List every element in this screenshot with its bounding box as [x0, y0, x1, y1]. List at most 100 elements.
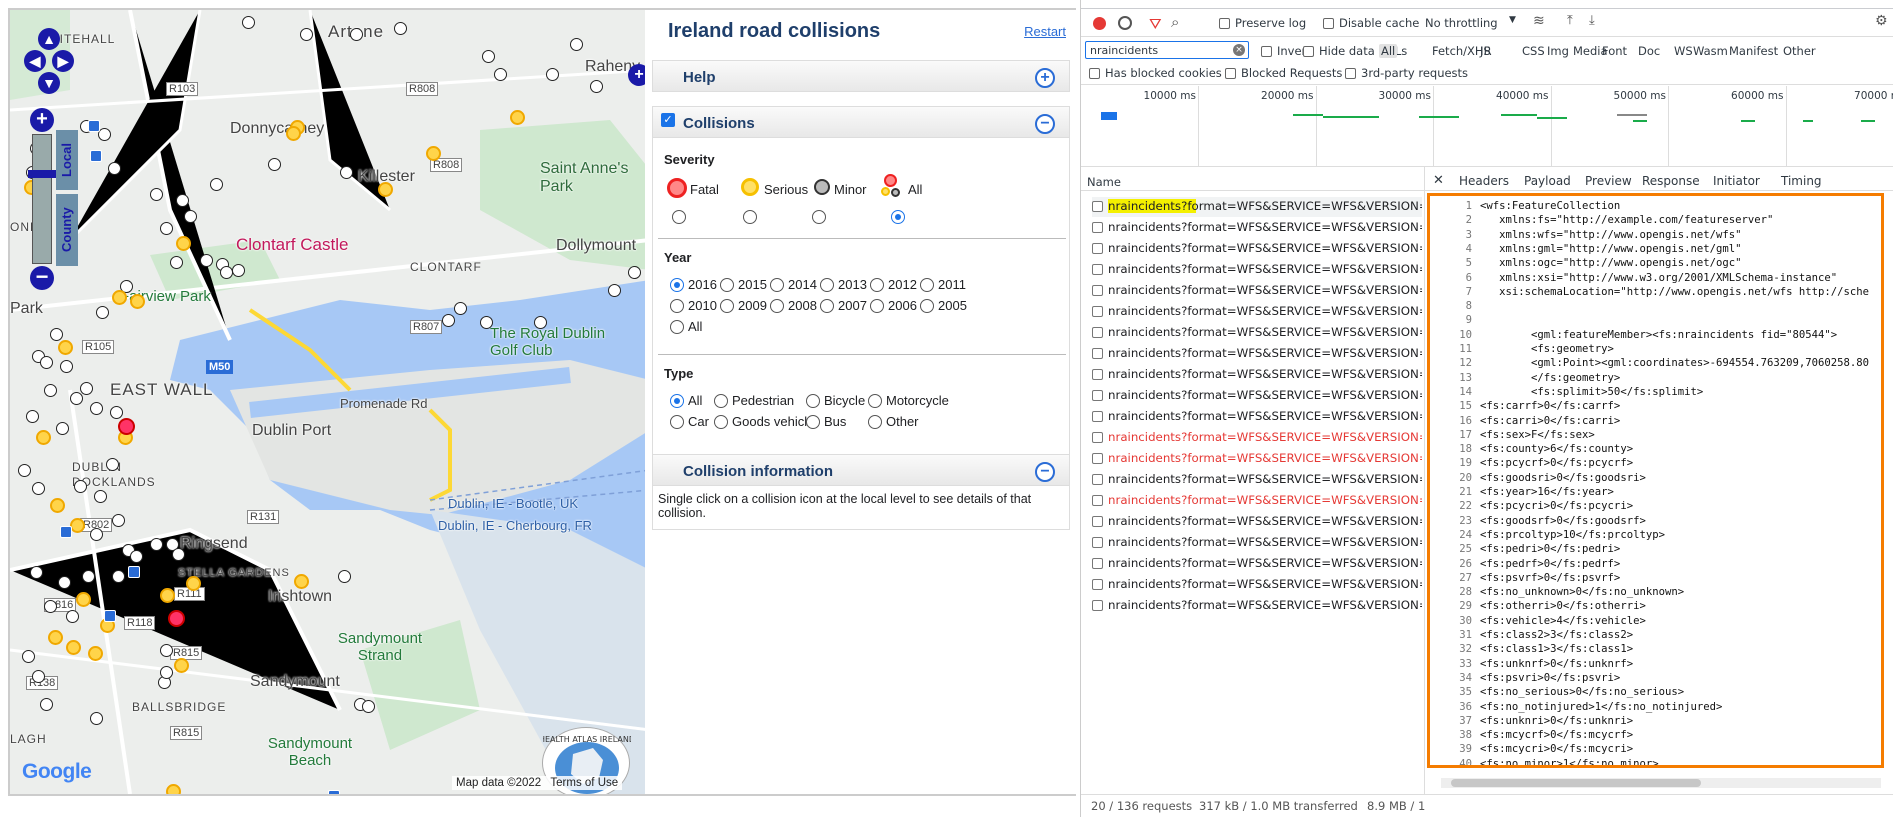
request-checkbox[interactable] [1092, 495, 1103, 506]
collision-marker[interactable] [220, 266, 233, 279]
collision-marker[interactable] [350, 28, 363, 41]
response-body[interactable]: 1 <wfs:FeatureCollection 2 xmlns:fs="http:… [1427, 193, 1884, 768]
throttling-select[interactable]: No throttling [1425, 16, 1498, 30]
filter-icon[interactable]: ⛛ [1149, 15, 1162, 33]
year-radio[interactable] [870, 299, 884, 313]
download-icon[interactable]: ⤓ [1589, 13, 1595, 28]
collision-marker[interactable] [32, 670, 45, 683]
preserve-log-checkbox[interactable] [1219, 18, 1230, 29]
collision-marker[interactable] [176, 236, 191, 251]
collision-marker[interactable] [44, 384, 57, 397]
request-row[interactable]: nraincidents?format=WFS&SERVICE=WFS&VERS… [1092, 281, 1422, 301]
collision-marker[interactable] [482, 50, 495, 63]
blocked-cookies-checkbox[interactable] [1089, 68, 1100, 79]
collision-marker[interactable] [160, 644, 173, 657]
collision-marker[interactable] [362, 700, 375, 713]
collision-marker[interactable] [200, 254, 213, 267]
collision-marker[interactable] [82, 570, 95, 583]
collision-marker[interactable] [88, 646, 103, 661]
collision-marker[interactable] [48, 630, 63, 645]
expand-plus-icon[interactable]: + [1035, 68, 1055, 88]
request-row[interactable]: nraincidents?format=WFS&SERVICE=WFS&VERS… [1092, 365, 1422, 385]
request-checkbox[interactable] [1092, 474, 1103, 485]
pan-left-icon[interactable]: ◀ [24, 50, 46, 72]
severity-serious-radio[interactable] [743, 210, 757, 224]
collision-marker[interactable] [130, 550, 143, 563]
collision-marker[interactable] [570, 38, 583, 51]
request-row[interactable]: nraincidents?format=WFS&SERVICE=WFS&VERS… [1092, 407, 1422, 427]
collision-marker[interactable] [160, 666, 173, 679]
type-radio[interactable] [868, 394, 882, 408]
collision-marker[interactable] [174, 658, 189, 673]
zoom-slider-handle[interactable] [28, 170, 56, 178]
collapse-minus-icon[interactable]: − [1035, 114, 1055, 134]
collision-marker[interactable] [90, 712, 103, 725]
collision-marker[interactable] [50, 498, 65, 513]
request-checkbox[interactable] [1092, 327, 1103, 338]
help-section-header[interactable]: Help + [652, 60, 1070, 92]
request-row[interactable]: nraincidents?format=WFS&SERVICE=WFS&VERS… [1092, 575, 1422, 595]
collision-marker[interactable] [546, 68, 559, 81]
collision-marker[interactable] [232, 264, 245, 277]
pan-up-icon[interactable]: ▲ [38, 28, 60, 50]
collision-marker[interactable] [40, 356, 53, 369]
collision-marker[interactable] [58, 340, 73, 355]
collision-marker[interactable] [176, 194, 189, 207]
disable-cache-checkbox[interactable] [1323, 18, 1334, 29]
collision-marker[interactable] [96, 306, 109, 319]
name-column-header[interactable]: Name [1087, 175, 1121, 189]
filter-type-manifest[interactable]: Manifest [1729, 44, 1778, 58]
wifi-icon[interactable]: ≋ [1533, 13, 1545, 29]
clear-filter-icon[interactable]: × [1233, 44, 1245, 56]
request-checkbox[interactable] [1092, 390, 1103, 401]
filter-type-other[interactable]: Other [1783, 44, 1816, 58]
filter-type-css[interactable]: CSS [1522, 44, 1545, 58]
collision-marker[interactable] [32, 482, 45, 495]
collision-marker[interactable] [294, 574, 309, 589]
filter-type-ws[interactable]: WS [1674, 44, 1693, 58]
request-row[interactable]: nraincidents?format=WFS&SERVICE=WFS&VERS… [1092, 239, 1422, 259]
collision-marker[interactable] [60, 360, 73, 373]
search-icon[interactable]: ⌕ [1171, 13, 1179, 31]
blocked-requests-checkbox[interactable] [1225, 68, 1236, 79]
request-row[interactable]: nraincidents?format=WFS&SERVICE=WFS&VERS… [1092, 323, 1422, 343]
collision-marker[interactable] [160, 588, 175, 603]
clear-icon[interactable] [1118, 16, 1132, 30]
type-radio[interactable] [670, 415, 684, 429]
request-row[interactable]: nraincidents?format=WFS&SERVICE=WFS&VERS… [1092, 386, 1422, 406]
year-radio[interactable] [670, 278, 684, 292]
upload-icon[interactable]: ⤒ [1567, 13, 1573, 28]
map-view[interactable]: Artane HITEHALL Raheny Donnycarney Kille… [10, 10, 645, 794]
collision-marker[interactable] [166, 784, 181, 794]
collision-marker[interactable] [172, 548, 185, 561]
collision-marker[interactable] [66, 640, 81, 655]
request-checkbox[interactable] [1092, 579, 1103, 590]
filter-type-wasm[interactable]: Wasm [1693, 44, 1728, 58]
collision-marker[interactable] [90, 402, 103, 415]
collision-marker[interactable] [150, 538, 163, 551]
request-checkbox[interactable] [1092, 600, 1103, 611]
collision-marker[interactable] [40, 698, 53, 711]
collision-marker[interactable] [426, 146, 441, 161]
collision-marker[interactable] [70, 392, 83, 405]
filter-type-font[interactable]: Font [1602, 44, 1627, 58]
zoom-in-button[interactable]: + [30, 108, 54, 132]
horizontal-scrollbar[interactable] [1441, 778, 1881, 788]
collision-marker[interactable] [50, 328, 63, 341]
collision-marker[interactable] [94, 490, 107, 503]
collision-marker[interactable] [18, 464, 31, 477]
year-radio[interactable] [670, 299, 684, 313]
collision-marker[interactable] [300, 28, 313, 41]
collision-marker[interactable] [170, 256, 183, 269]
collision-marker[interactable] [442, 314, 455, 327]
detail-tab-headers[interactable]: Headers [1459, 174, 1509, 188]
collision-marker[interactable] [340, 166, 353, 179]
collision-marker[interactable] [110, 406, 123, 419]
request-checkbox[interactable] [1092, 243, 1103, 254]
request-checkbox[interactable] [1092, 411, 1103, 422]
severity-minor-radio[interactable] [812, 210, 826, 224]
third-party-checkbox[interactable] [1345, 68, 1356, 79]
collision-marker[interactable] [590, 80, 603, 93]
collision-marker[interactable] [66, 610, 79, 623]
request-row[interactable]: nraincidents?format=WFS&SERVICE=WFS&VERS… [1092, 533, 1422, 553]
